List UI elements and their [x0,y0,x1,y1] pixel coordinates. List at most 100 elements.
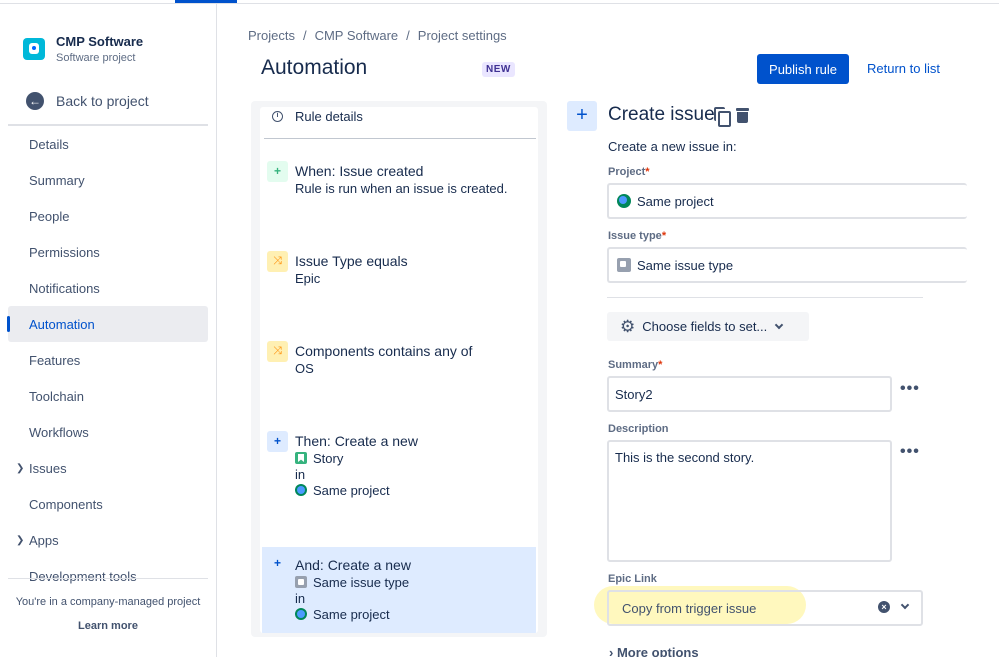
step-in: in [295,467,306,482]
rule-step-trigger[interactable]: + When: Issue created Rule is run when a… [262,161,536,197]
chevron-down-icon[interactable] [900,600,910,610]
rule-chain-panel: i Rule details + When: Issue created Rul… [251,101,547,637]
more-options-icon[interactable]: ••• [900,443,920,461]
sidebar-nav: Details Summary People Permissions Notif… [7,126,208,594]
sidebar-item-development-tools[interactable]: Development tools [8,558,208,594]
plus-icon: + [267,431,288,452]
company-managed-note: You're in a company-managed project [15,596,201,608]
project-type: Software project [56,52,136,64]
sidebar-item-people[interactable]: People [8,198,208,234]
sidebar-footer-divider [8,578,208,579]
sidebar-item-label: Permissions [29,244,100,260]
rule-step-condition[interactable]: ⤨ Components contains any of OS [262,341,536,377]
divider [607,297,923,298]
step-title: When: Issue created [295,163,424,179]
trash-icon[interactable] [736,107,749,123]
step-project: Same project [295,607,536,623]
sidebar-item-label: People [29,208,70,224]
sidebar-item-label: Details [29,136,69,152]
rule-step-action[interactable]: + Then: Create a new Story in Same proje… [262,431,536,499]
step-issue-type: Story [295,451,536,467]
learn-more-link[interactable]: Learn more [0,620,216,632]
field-label-text: Issue type [608,230,662,242]
breadcrumb: Projects / CMP Software / Project settin… [248,28,507,43]
return-to-list-link[interactable]: Return to list [867,61,940,76]
sidebar-item-label: Features [29,352,81,368]
rule-step-condition[interactable]: ⤨ Issue Type equals Epic [262,251,536,287]
add-component-button[interactable]: + [567,101,597,131]
rule-step-action-selected[interactable]: + And: Create a new Same issue type in S… [262,547,536,633]
copy-icon[interactable] [714,107,731,127]
divider [264,138,536,139]
step-subtitle: Rule is run when an issue is created. [295,181,508,196]
epic-link-field-label: Epic Link [608,573,657,585]
issue-type-select[interactable]: Same issue type [607,247,967,283]
chevron-down-icon [775,320,784,330]
page-title: Automation [261,56,368,79]
sidebar-item-permissions[interactable]: Permissions [8,234,208,270]
more-options-toggle[interactable]: › More options [609,645,699,657]
project-avatar-icon [617,194,631,208]
sidebar-item-label: Issues [29,460,67,476]
back-to-project-link[interactable]: ← Back to project [26,92,149,110]
project-logo-icon [23,38,45,60]
issue-type-label: Story [313,451,344,466]
shuffle-icon: ⤨ [267,251,288,272]
description-field-label: Description [608,423,669,435]
summary-field-label: Summary* [608,359,662,371]
chevron-right-icon: › [609,645,614,657]
project-label: Same project [313,483,390,498]
sidebar-item-label: Workflows [29,424,89,440]
sidebar-item-workflows[interactable]: Workflows [8,414,208,450]
issue-type-icon [295,576,307,588]
sidebar-item-label: Notifications [29,280,100,296]
project-select[interactable]: Same project [607,183,967,219]
choose-fields-button[interactable]: ⚙ Choose fields to set... [607,312,809,341]
sidebar-item-issues[interactable]: ❯ Issues [8,450,208,486]
project-header[interactable]: CMP Software Software project [23,34,143,64]
more-options-icon[interactable]: ••• [900,380,920,398]
project-avatar-icon [295,484,307,496]
sidebar-item-details[interactable]: Details [8,126,208,162]
rule-chain-list[interactable]: i Rule details + When: Issue created Rul… [260,107,538,633]
step-title: Components contains any of [295,343,473,359]
sidebar-item-summary[interactable]: Summary [8,162,208,198]
sidebar-item-label: Components [29,496,103,512]
publish-rule-button[interactable]: Publish rule [757,54,849,84]
required-marker: * [645,166,650,178]
shuffle-icon: ⤨ [267,341,288,362]
sidebar-item-label: Automation [29,316,95,332]
step-project: Same project [295,483,536,499]
project-select-value: Same project [637,193,714,209]
sidebar-item-apps[interactable]: ❯ Apps [8,522,208,558]
breadcrumb-settings[interactable]: Project settings [418,28,507,43]
info-icon: i [272,111,283,122]
sidebar-item-notifications[interactable]: Notifications [8,270,208,306]
summary-input[interactable]: Story2 [607,376,892,412]
project-field-label: Project* [608,166,650,178]
breadcrumb-separator: / [302,28,307,43]
sidebar-item-automation[interactable]: Automation [7,306,208,342]
issue-type-select-value: Same issue type [637,257,734,273]
step-subtitle: OS [295,361,314,376]
description-textarea[interactable]: This is the second story. [607,440,892,562]
issue-type-label: Same issue type [313,575,410,590]
step-issue-type: Same issue type [295,575,536,591]
breadcrumb-project[interactable]: CMP Software [315,28,399,43]
clear-icon[interactable]: × [878,601,890,613]
sidebar-item-components[interactable]: Components [8,486,208,522]
story-icon [295,452,307,464]
project-avatar-icon [295,608,307,620]
step-in: in [295,591,306,606]
breadcrumb-projects[interactable]: Projects [248,28,295,43]
rule-details-item[interactable]: i Rule details [272,109,363,124]
required-marker: * [661,230,667,242]
sidebar-item-features[interactable]: Features [8,342,208,378]
issue-type-field-label: Issue type* [608,230,666,242]
back-label: Back to project [56,93,149,109]
step-title: And: Create a new [295,557,411,573]
plus-icon: + [267,161,288,182]
epic-link-select[interactable]: Copy from trigger issue × [607,590,923,626]
sidebar-item-toolchain[interactable]: Toolchain [8,378,208,414]
field-label-text: Project [608,166,646,178]
